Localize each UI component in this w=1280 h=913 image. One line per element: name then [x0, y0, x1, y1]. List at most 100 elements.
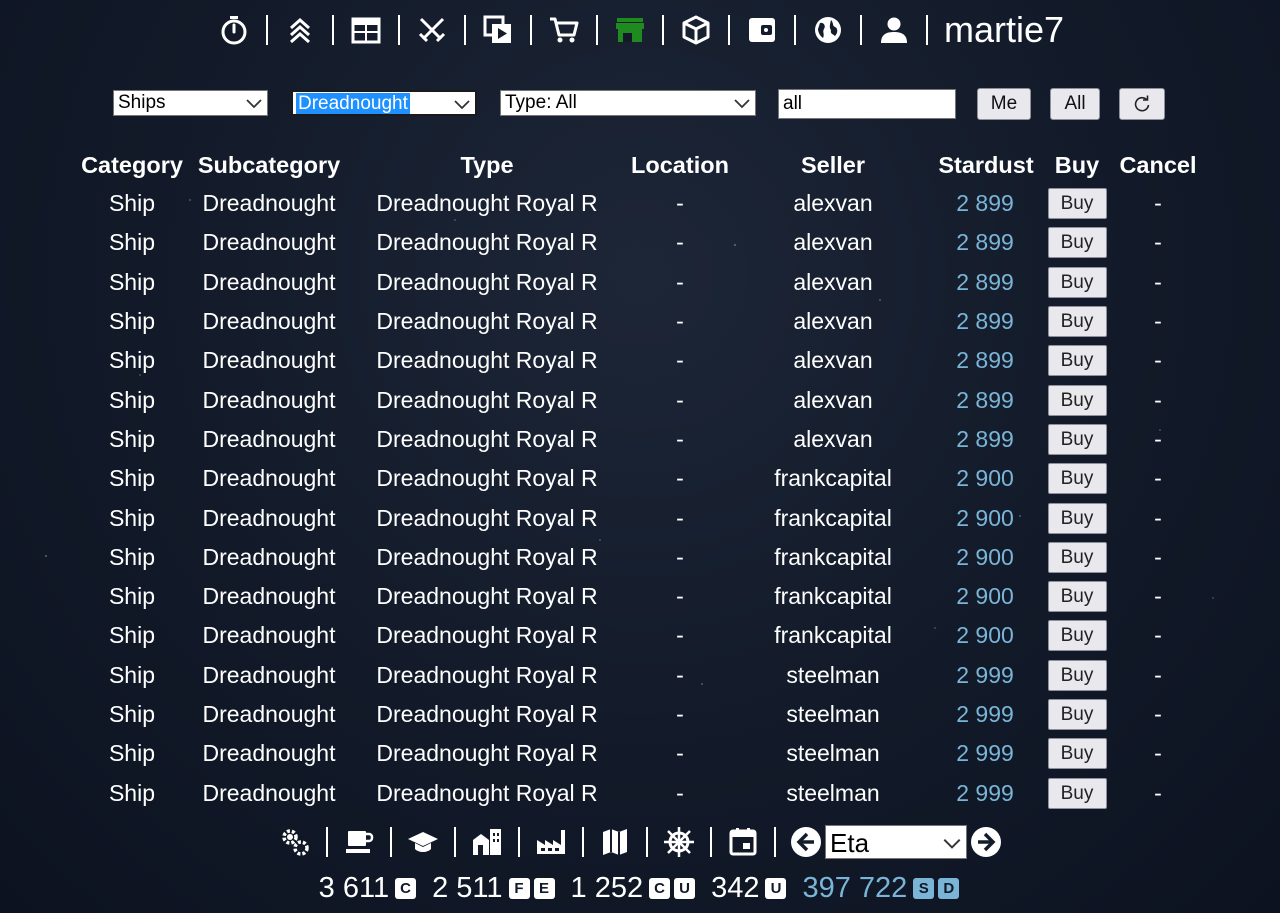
- row-category: Ship: [108, 740, 156, 767]
- row-location: -: [676, 347, 684, 374]
- header-location[interactable]: Location: [620, 146, 740, 184]
- row-type: Dreadnought Royal R: [376, 190, 598, 217]
- row-stardust: 2 899: [956, 308, 1014, 335]
- nav-separator: [463, 15, 466, 45]
- row-subcategory: Dreadnought: [202, 465, 336, 492]
- all-button[interactable]: All: [1050, 88, 1100, 120]
- row-seller[interactable]: frankcapital: [758, 459, 908, 498]
- row-seller[interactable]: frankcapital: [758, 498, 908, 537]
- row-seller[interactable]: alexvan: [758, 263, 908, 302]
- row-buy-cell: Buy: [1047, 773, 1107, 812]
- arrow-right-circle-icon[interactable]: [970, 826, 1002, 858]
- resource-badge: F: [508, 877, 530, 899]
- globe-icon[interactable]: [810, 10, 846, 50]
- map-icon[interactable]: [598, 823, 632, 861]
- row-seller[interactable]: steelman: [758, 734, 908, 773]
- row-seller[interactable]: alexvan: [758, 341, 908, 380]
- seller-search-input[interactable]: all: [778, 89, 956, 119]
- row-seller[interactable]: frankcapital: [758, 577, 908, 616]
- row-cancel: -: [1154, 583, 1162, 610]
- row-cancel: -: [1154, 701, 1162, 727]
- category-select[interactable]: Ships: [113, 90, 268, 116]
- row-cancel: -: [1154, 425, 1162, 452]
- shop-icon[interactable]: [612, 10, 648, 50]
- nav-separator: [774, 827, 776, 857]
- header-subcategory[interactable]: Subcategory: [193, 146, 345, 184]
- type-select[interactable]: Type: All: [500, 90, 756, 116]
- table-row: Ship Dreadnought Dreadnought Royal R - alexv…: [0, 184, 1280, 223]
- row-seller[interactable]: alexvan: [758, 420, 908, 459]
- buy-button[interactable]: Buy: [1047, 581, 1107, 613]
- row-seller[interactable]: steelman: [758, 656, 908, 695]
- planet-select[interactable]: Eta: [825, 825, 967, 859]
- gears-icon[interactable]: [278, 823, 312, 861]
- header-type[interactable]: Type: [366, 146, 608, 184]
- row-location: -: [676, 504, 684, 531]
- resource-coal-value: 3 611: [318, 871, 390, 904]
- buy-button[interactable]: Buy: [1047, 384, 1107, 416]
- buy-button[interactable]: Buy: [1047, 227, 1107, 259]
- buy-button[interactable]: Buy: [1047, 423, 1107, 455]
- row-subcategory: Dreadnought: [202, 386, 336, 413]
- stopwatch-icon[interactable]: [216, 10, 252, 50]
- cube-icon[interactable]: [678, 10, 714, 50]
- row-location: -: [676, 701, 684, 727]
- row-seller[interactable]: alexvan: [758, 380, 908, 419]
- subcategory-select[interactable]: Dreadnought: [291, 90, 477, 116]
- row-location: -: [676, 465, 684, 492]
- buy-button[interactable]: Buy: [1047, 502, 1107, 534]
- row-seller[interactable]: steelman: [758, 773, 908, 812]
- row-stardust: 2 899: [956, 386, 1014, 413]
- coffee-mug-icon[interactable]: [342, 823, 376, 861]
- row-seller[interactable]: alexvan: [758, 223, 908, 262]
- buildings-icon[interactable]: [470, 823, 504, 861]
- row-type: Dreadnought Royal R: [376, 425, 598, 452]
- row-seller[interactable]: frankcapital: [758, 538, 908, 577]
- username[interactable]: martie7: [944, 10, 1064, 50]
- header-category[interactable]: Category: [78, 146, 186, 184]
- planet-select-value: Eta: [830, 828, 870, 858]
- row-type: Dreadnought Royal R: [376, 779, 598, 806]
- buy-button[interactable]: Buy: [1047, 699, 1107, 730]
- buy-button[interactable]: Buy: [1047, 541, 1107, 573]
- cart-icon[interactable]: [546, 10, 582, 50]
- buy-button[interactable]: Buy: [1047, 659, 1107, 691]
- row-subcategory: Dreadnought: [202, 308, 336, 335]
- chevrons-up-icon[interactable]: [282, 10, 318, 50]
- wallet-icon[interactable]: [744, 10, 780, 50]
- buy-button[interactable]: Buy: [1047, 463, 1107, 495]
- row-type: Dreadnought Royal R: [376, 543, 598, 570]
- ship-wheel-icon[interactable]: [662, 823, 696, 861]
- buy-button[interactable]: Buy: [1047, 266, 1107, 298]
- user-icon[interactable]: [876, 10, 912, 50]
- row-seller[interactable]: frankcapital: [758, 616, 908, 655]
- resource-badge: C: [649, 877, 671, 899]
- chevron-down-icon: [454, 100, 470, 110]
- buy-button[interactable]: Buy: [1047, 738, 1107, 770]
- row-stardust: 2 999: [956, 701, 1014, 727]
- buy-button[interactable]: Buy: [1047, 620, 1107, 652]
- factory-icon[interactable]: [534, 823, 568, 861]
- graduation-cap-icon[interactable]: [406, 823, 440, 861]
- row-seller[interactable]: steelman: [758, 695, 908, 734]
- header-seller[interactable]: Seller: [758, 146, 908, 184]
- row-seller[interactable]: alexvan: [758, 302, 908, 341]
- buy-button[interactable]: Buy: [1047, 188, 1107, 220]
- me-button[interactable]: Me: [977, 88, 1031, 120]
- arrow-left-circle-icon[interactable]: [790, 826, 822, 858]
- row-seller[interactable]: alexvan: [758, 184, 908, 223]
- buy-button[interactable]: Buy: [1047, 306, 1107, 338]
- crossed-swords-icon[interactable]: [414, 10, 450, 50]
- refresh-button[interactable]: [1119, 88, 1165, 120]
- row-cancel: -: [1154, 661, 1162, 688]
- header-stardust[interactable]: Stardust: [930, 146, 1042, 184]
- calendar-icon[interactable]: [348, 10, 384, 50]
- table-row: Ship Dreadnought Dreadnought Royal R - frank…: [0, 577, 1280, 616]
- row-cancel: -: [1154, 347, 1162, 374]
- buy-button[interactable]: Buy: [1047, 777, 1107, 809]
- row-buy-cell: Buy: [1047, 420, 1107, 459]
- buy-button[interactable]: Buy: [1047, 345, 1107, 377]
- row-buy-cell: Buy: [1047, 184, 1107, 223]
- card-play-icon[interactable]: [480, 10, 516, 50]
- calendar-day-icon[interactable]: [726, 823, 760, 861]
